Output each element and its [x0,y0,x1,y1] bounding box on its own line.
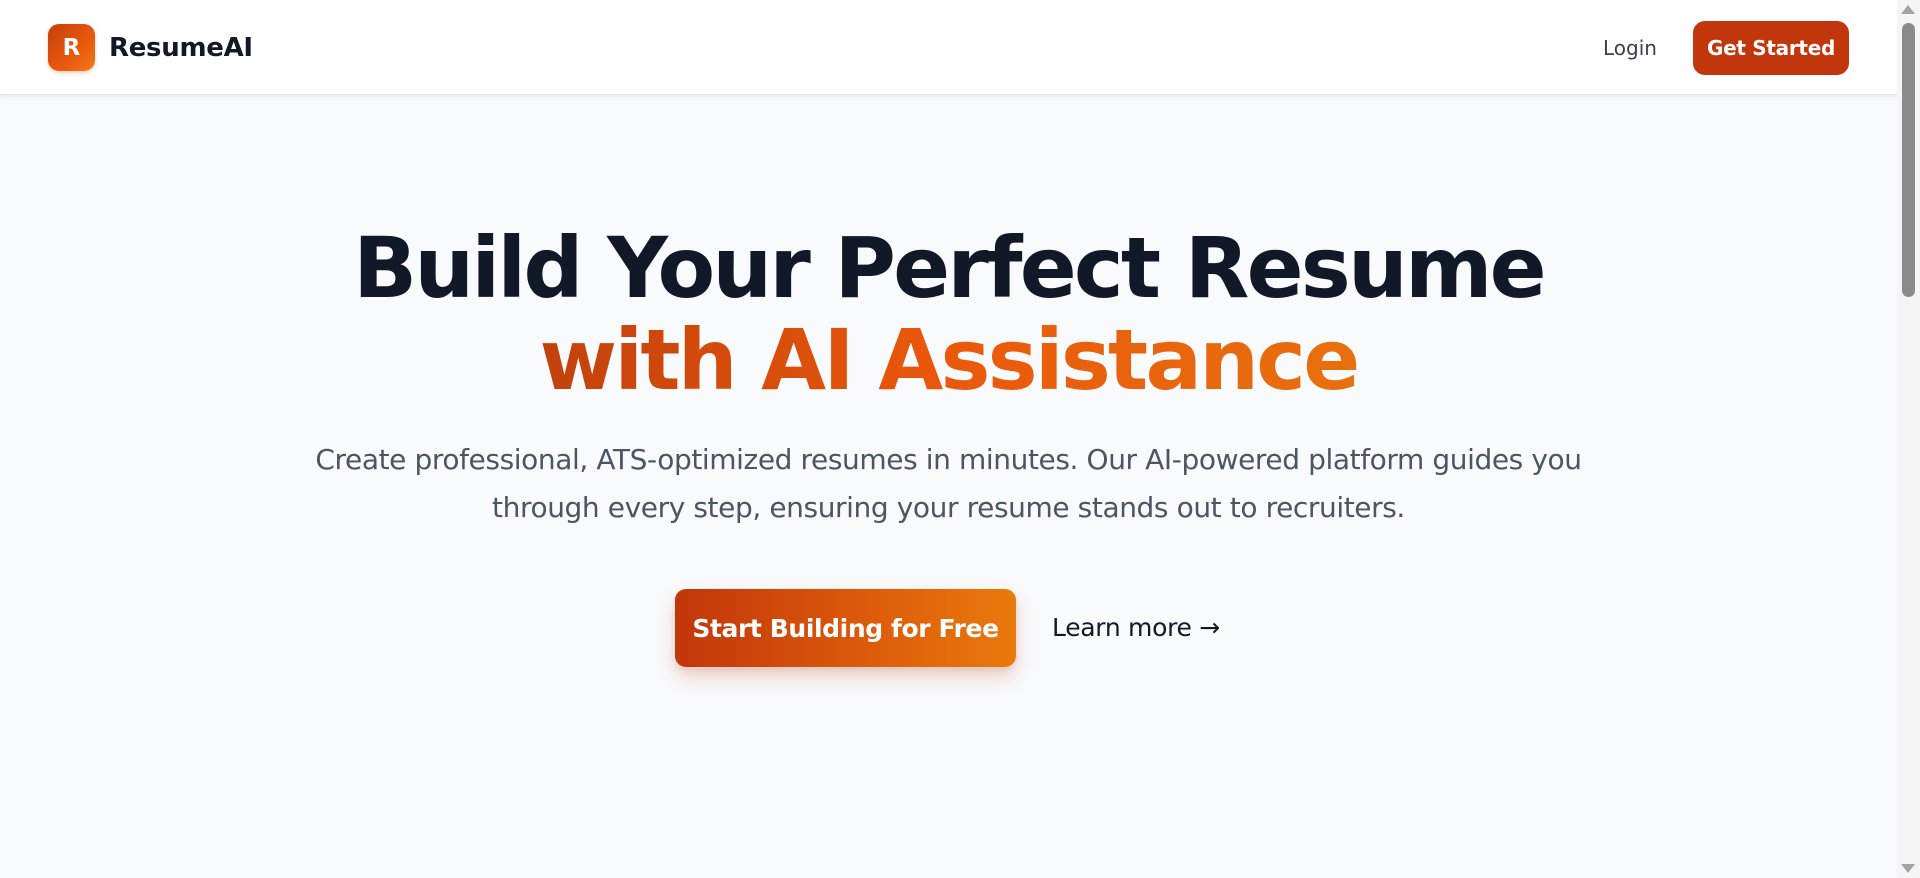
scroll-thumb[interactable] [1902,23,1915,297]
brand[interactable]: R ResumeAI [48,24,253,71]
hero-subtitle: Create professional, ATS-optimized resum… [300,436,1597,532]
login-link[interactable]: Login [1603,36,1657,60]
landing-page: R ResumeAI Login Get Started Build Your … [0,0,1920,878]
hero-headline-accent: with AI Assistance [0,312,1897,408]
hero-headline: Build Your Perfect Resume [353,219,1547,317]
hero-section: Build Your Perfect Resume with AI Assist… [0,95,1897,878]
get-started-button[interactable]: Get Started [1693,21,1849,75]
logo-icon: R [48,24,95,71]
brand-name: ResumeAI [109,32,253,63]
hero-subtitle-line-1: Create professional, ATS-optimized resum… [315,443,1582,476]
page-scrollbar[interactable] [1897,0,1920,878]
learn-more-link[interactable]: Learn more → [1052,613,1220,642]
hero-subtitle-line-2: through every step, ensuring your resume… [492,491,1405,524]
hero-headline-accent-text: with AI Assistance [539,311,1361,409]
top-navbar: R ResumeAI Login Get Started [0,0,1897,95]
scroll-down-icon[interactable] [1901,864,1915,873]
start-building-button[interactable]: Start Building for Free [675,589,1016,667]
scroll-up-icon[interactable] [1901,5,1915,14]
cta-row: Start Building for Free Learn more → [0,589,1897,669]
